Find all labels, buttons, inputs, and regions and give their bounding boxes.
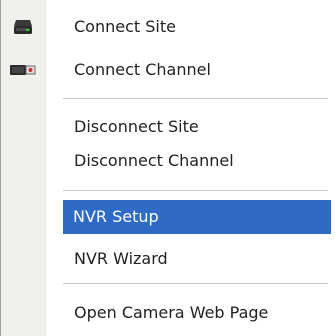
menu-item-open-camera-web-page[interactable]: Open Camera Web Page [1,296,335,330]
menu-item-label: NVR Setup [73,207,159,226]
menu-item-disconnect-site[interactable]: Disconnect Site [1,110,335,144]
menu-item-label: NVR Wizard [74,249,168,268]
menu-item-label: Connect Channel [74,60,211,79]
menu-item-label: Disconnect Channel [74,151,234,170]
menu-item-nvr-wizard[interactable]: NVR Wizard [1,242,335,276]
menu-item-label: Open Camera Web Page [74,303,269,322]
menu-item-label: Connect Site [74,17,176,36]
menu-separator [63,98,328,99]
server-icon [14,20,32,34]
menu-item-label: Disconnect Site [74,117,199,136]
menu-separator [63,283,328,284]
context-menu: Connect Site Connect Channel Disconnect … [0,0,335,336]
camera-icon [10,65,36,75]
menu-item-connect-site[interactable]: Connect Site [1,10,335,44]
menu-item-nvr-setup[interactable]: NVR Setup [63,200,331,234]
menu-separator [63,190,328,191]
menu-item-disconnect-channel[interactable]: Disconnect Channel [1,144,335,178]
menu-item-connect-channel[interactable]: Connect Channel [1,53,335,87]
